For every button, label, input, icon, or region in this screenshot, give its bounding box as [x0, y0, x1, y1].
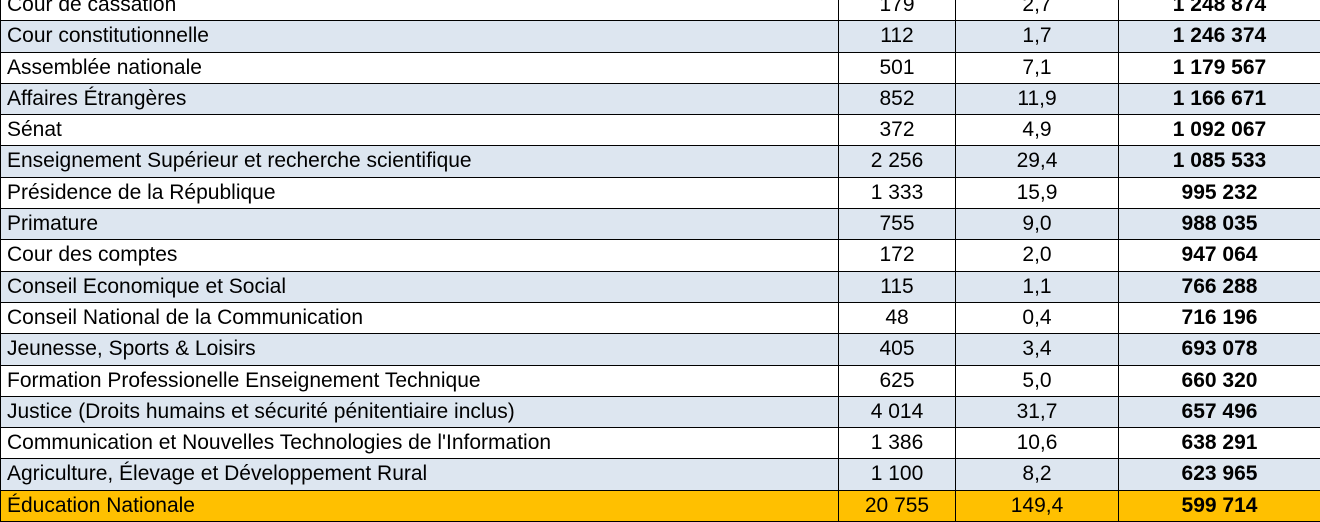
ministry-name-cell: Cour constitutionnelle [1, 21, 839, 52]
count-cell: 1 386 [839, 428, 956, 459]
ratio-cell: 693 078 [1119, 334, 1320, 365]
amount-cell: 11,9 [956, 83, 1119, 114]
table-row: Primature7559,0988 035 [1, 209, 1320, 240]
ratio-cell: 995 232 [1119, 177, 1320, 208]
amount-cell: 8,2 [956, 459, 1119, 490]
ministry-name-cell: Formation Professionelle Enseignement Te… [1, 365, 839, 396]
ratio-cell: 599 714 [1119, 490, 1320, 521]
count-cell: 112 [839, 21, 956, 52]
count-cell: 372 [839, 115, 956, 146]
count-cell: 852 [839, 83, 956, 114]
ministry-name-cell: Primature [1, 209, 839, 240]
table-row: Justice (Droits humains et sécurité péni… [1, 396, 1320, 427]
count-cell: 4 014 [839, 396, 956, 427]
table-row: Formation Professionelle Enseignement Te… [1, 365, 1320, 396]
table-row: Enseignement Supérieur et recherche scie… [1, 146, 1320, 177]
ratio-cell: 660 320 [1119, 365, 1320, 396]
ratio-cell: 638 291 [1119, 428, 1320, 459]
ministry-name-cell: Cour des comptes [1, 240, 839, 271]
ministry-name-cell: Conseil Economique et Social [1, 271, 839, 302]
ratio-cell: 1 166 671 [1119, 83, 1320, 114]
table-row: Jeunesse, Sports & Loisirs4053,4693 078 [1, 334, 1320, 365]
ratio-cell: 716 196 [1119, 302, 1320, 333]
count-cell: 1 333 [839, 177, 956, 208]
ratio-cell: 988 035 [1119, 209, 1320, 240]
ratio-cell: 1 092 067 [1119, 115, 1320, 146]
amount-cell: 0,4 [956, 302, 1119, 333]
count-cell: 501 [839, 52, 956, 83]
ratio-cell: 1 248 874 [1119, 0, 1320, 21]
amount-cell: 15,9 [956, 177, 1119, 208]
ratio-cell: 657 496 [1119, 396, 1320, 427]
count-cell: 755 [839, 209, 956, 240]
ratio-cell: 1 085 533 [1119, 146, 1320, 177]
count-cell: 20 755 [839, 490, 956, 521]
ministry-name-cell: Enseignement Supérieur et recherche scie… [1, 146, 839, 177]
ministry-name-cell: Affaires Étrangères [1, 83, 839, 114]
table-row: Affaires Étrangères85211,91 166 671 [1, 83, 1320, 114]
amount-cell: 3,4 [956, 334, 1119, 365]
table-row: Cour des comptes1722,0947 064 [1, 240, 1320, 271]
amount-cell: 10,6 [956, 428, 1119, 459]
table-row: Présidence de la République1 33315,9995 … [1, 177, 1320, 208]
ministry-name-cell: Agriculture, Élevage et Développement Ru… [1, 459, 839, 490]
table-row: Cour constitutionnelle1121,71 246 374 [1, 21, 1320, 52]
table-row: Sénat3724,91 092 067 [1, 115, 1320, 146]
ministry-name-cell: Présidence de la République [1, 177, 839, 208]
ratio-cell: 1 246 374 [1119, 21, 1320, 52]
amount-cell: 7,1 [956, 52, 1119, 83]
count-cell: 172 [839, 240, 956, 271]
amount-cell: 149,4 [956, 490, 1119, 521]
ministry-name-cell: Sénat [1, 115, 839, 146]
count-cell: 1 100 [839, 459, 956, 490]
ministry-name-cell: Justice (Droits humains et sécurité péni… [1, 396, 839, 427]
table-row: Cour de cassation1792,71 248 874 [1, 0, 1320, 21]
count-cell: 625 [839, 365, 956, 396]
amount-cell: 9,0 [956, 209, 1119, 240]
count-cell: 179 [839, 0, 956, 21]
amount-cell: 31,7 [956, 396, 1119, 427]
amount-cell: 29,4 [956, 146, 1119, 177]
ministry-name-cell: Communication et Nouvelles Technologies … [1, 428, 839, 459]
table-row: Conseil Economique et Social1151,1766 28… [1, 271, 1320, 302]
amount-cell: 1,7 [956, 21, 1119, 52]
count-cell: 405 [839, 334, 956, 365]
count-cell: 115 [839, 271, 956, 302]
table-row: Éducation Nationale20 755149,4599 714 [1, 490, 1320, 521]
table-row: Agriculture, Élevage et Développement Ru… [1, 459, 1320, 490]
amount-cell: 2,7 [956, 0, 1119, 21]
amount-cell: 5,0 [956, 365, 1119, 396]
amount-cell: 4,9 [956, 115, 1119, 146]
ministry-data-table: Cour de cassation1792,71 248 874Cour con… [0, 0, 1320, 522]
ratio-cell: 623 965 [1119, 459, 1320, 490]
ministry-name-cell: Cour de cassation [1, 0, 839, 21]
ratio-cell: 947 064 [1119, 240, 1320, 271]
table-row: Communication et Nouvelles Technologies … [1, 428, 1320, 459]
ministry-name-cell: Éducation Nationale [1, 490, 839, 521]
amount-cell: 1,1 [956, 271, 1119, 302]
ministry-table-container: Cour de cassation1792,71 248 874Cour con… [0, 0, 1320, 522]
ratio-cell: 766 288 [1119, 271, 1320, 302]
ministry-name-cell: Assemblée nationale [1, 52, 839, 83]
table-row: Conseil National de la Communication480,… [1, 302, 1320, 333]
ministry-name-cell: Jeunesse, Sports & Loisirs [1, 334, 839, 365]
ratio-cell: 1 179 567 [1119, 52, 1320, 83]
amount-cell: 2,0 [956, 240, 1119, 271]
ministry-name-cell: Conseil National de la Communication [1, 302, 839, 333]
count-cell: 2 256 [839, 146, 956, 177]
table-body: Cour de cassation1792,71 248 874Cour con… [1, 0, 1320, 522]
count-cell: 48 [839, 302, 956, 333]
table-row: Assemblée nationale5017,11 179 567 [1, 52, 1320, 83]
